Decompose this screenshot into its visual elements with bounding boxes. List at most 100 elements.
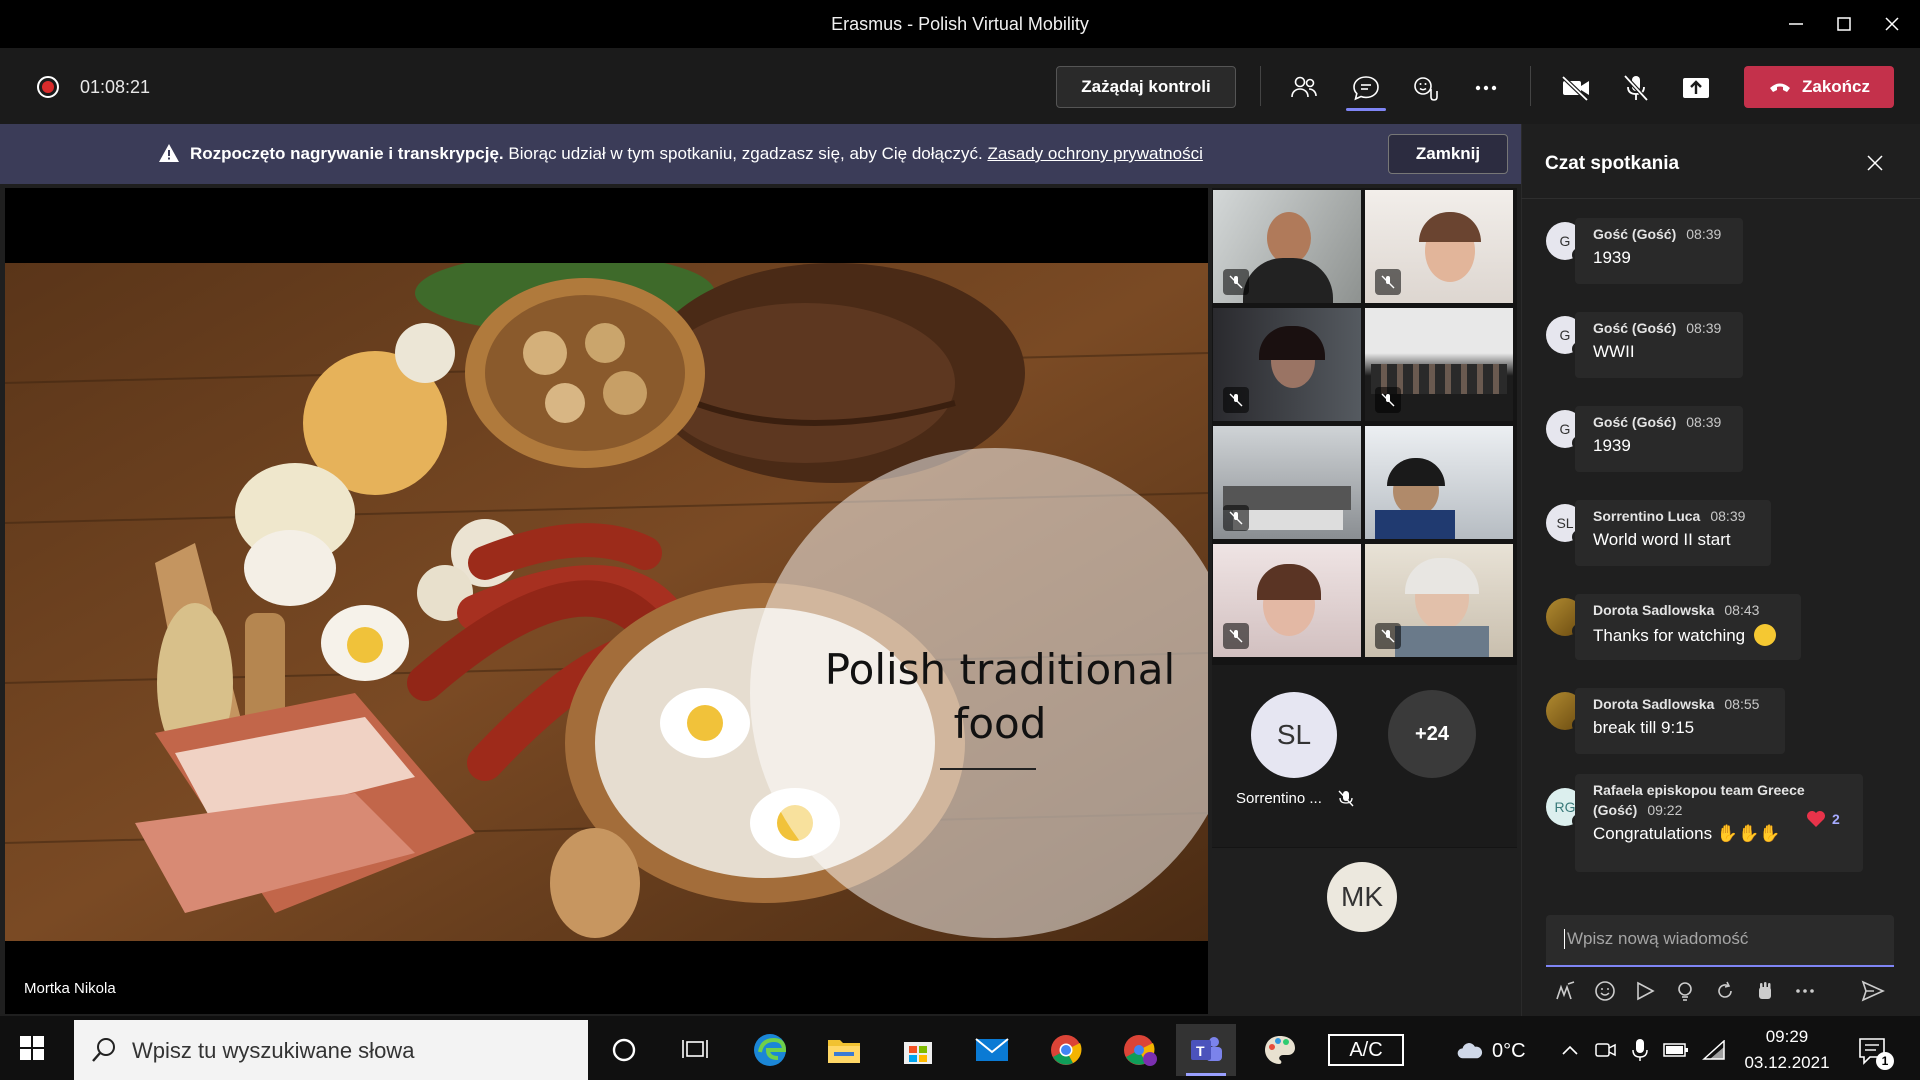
banner-text: Biorąc udział w tym spotkaniu, zgadzasz …: [503, 144, 988, 163]
store-taskbar-button[interactable]: [888, 1024, 948, 1076]
loop-icon: [1718, 981, 1732, 998]
teams-taskbar-button[interactable]: T: [1176, 1024, 1236, 1076]
end-call-label: Zakończ: [1801, 77, 1871, 96]
compose-more-button[interactable]: [1790, 976, 1820, 1006]
muted-mic-icon: [1223, 269, 1249, 295]
video-tile[interactable]: [1365, 544, 1513, 657]
reaction-count: 2: [1832, 811, 1840, 827]
video-tile[interactable]: [1213, 544, 1361, 657]
more-participants-button[interactable]: +24: [1388, 690, 1476, 778]
message-time: 09:22: [1647, 802, 1683, 818]
chrome-taskbar-button[interactable]: [1036, 1024, 1096, 1076]
message-sender: Gość (Gość): [1593, 320, 1677, 336]
taskbar-search-input[interactable]: [132, 1038, 552, 1064]
chat-close-button[interactable]: [1862, 150, 1888, 176]
heart-icon: [1807, 811, 1825, 827]
muted-mic-icon: [1338, 790, 1354, 807]
camera-toggle-button[interactable]: [1554, 66, 1598, 110]
compose-box: [1546, 915, 1894, 967]
chrome-profile-taskbar-button[interactable]: [1110, 1024, 1170, 1076]
video-tile[interactable]: [1213, 308, 1361, 421]
folder-icon: [828, 1040, 860, 1063]
microphone-tray-button[interactable]: [1626, 1036, 1654, 1064]
share-screen-button[interactable]: [1674, 66, 1718, 110]
chat-message[interactable]: Gość (Gość) 08:39 1939: [1575, 218, 1743, 284]
video-tile[interactable]: [1365, 190, 1513, 303]
show-hidden-icons-button[interactable]: [1556, 1036, 1584, 1064]
presenter-name-label: Mortka Nikola: [24, 980, 116, 997]
gif-button[interactable]: [1630, 976, 1660, 1006]
food-photo: [5, 263, 1208, 941]
slide-title-line1: Polish traditional: [824, 645, 1176, 694]
taskbar-clock[interactable]: 09:29 03.12.2021: [1740, 1024, 1834, 1076]
message-sender: Gość (Gość): [1593, 226, 1677, 242]
file-explorer-taskbar-button[interactable]: [814, 1024, 874, 1076]
chat-button[interactable]: [1344, 66, 1388, 110]
slide-title-line2: food: [953, 699, 1047, 748]
loop-button[interactable]: [1710, 976, 1740, 1006]
task-view-button[interactable]: [666, 1024, 726, 1076]
muted-mic-icon: [1223, 623, 1249, 649]
privacy-policy-link[interactable]: Zasady ochrony prywatności: [987, 144, 1202, 163]
video-tile[interactable]: [1213, 190, 1361, 303]
battery-button[interactable]: [1662, 1036, 1690, 1064]
chrome-profile-icon: [1124, 1035, 1157, 1066]
chat-message[interactable]: Sorrentino Luca 08:39 World word II start: [1575, 500, 1771, 566]
paint-taskbar-button[interactable]: [1250, 1024, 1310, 1076]
cortana-button[interactable]: [594, 1024, 654, 1076]
heart-reaction[interactable]: 2: [1806, 810, 1840, 828]
notification-count-badge: 1: [1876, 1052, 1894, 1070]
video-tile[interactable]: [1365, 308, 1513, 421]
reactions-button[interactable]: [1404, 66, 1448, 110]
battery-icon: [1663, 1043, 1688, 1057]
participants-button[interactable]: [1282, 66, 1326, 110]
request-control-button[interactable]: Zażądaj kontroli: [1056, 66, 1236, 108]
minimize-button[interactable]: [1772, 0, 1820, 48]
network-button[interactable]: [1700, 1036, 1728, 1064]
message-sender: Dorota Sadlowska: [1593, 696, 1715, 712]
keyboard-layout-indicator[interactable]: A/C: [1328, 1034, 1404, 1066]
maximize-button[interactable]: [1820, 0, 1868, 48]
dismiss-banner-button[interactable]: Zamknij: [1388, 134, 1508, 174]
edge-taskbar-button[interactable]: [740, 1024, 800, 1076]
chat-message[interactable]: Gość (Gość) 08:39 WWII: [1575, 312, 1743, 378]
message-sender: Gość (Gość): [1593, 414, 1677, 430]
toolbar-divider: [1530, 66, 1531, 106]
send-icon: [1861, 980, 1885, 1002]
emoji-icon: [1595, 981, 1615, 1001]
chat-message[interactable]: Dorota Sadlowska 08:55 break till 9:15: [1575, 688, 1785, 754]
self-avatar-mk[interactable]: MK: [1327, 862, 1397, 932]
window-close-button[interactable]: [1868, 0, 1916, 48]
recording-indicator-icon: [37, 76, 59, 98]
slide-title-underline: [940, 768, 1036, 770]
meet-now-button[interactable]: [1592, 1036, 1620, 1064]
weather-button[interactable]: [1456, 1036, 1484, 1064]
weather-temperature[interactable]: 0°C: [1492, 1040, 1526, 1063]
more-icon: [1475, 85, 1497, 91]
start-button[interactable]: [14, 1030, 50, 1066]
chat-message[interactable]: Gość (Gość) 08:39 1939: [1575, 406, 1743, 472]
message-sender-suffix: (Gość): [1593, 802, 1638, 818]
emoji-button[interactable]: [1590, 976, 1620, 1006]
chat-active-indicator: [1346, 108, 1386, 111]
maximize-icon: [1837, 17, 1851, 31]
chat-icon: [1353, 76, 1379, 101]
approvals-button[interactable]: [1750, 976, 1780, 1006]
notifications-button[interactable]: 1: [1856, 1034, 1894, 1070]
new-message-input[interactable]: [1564, 929, 1874, 949]
warning-icon: [159, 144, 179, 162]
chat-message[interactable]: Dorota Sadlowska 08:43 Thanks for watchin…: [1575, 594, 1801, 660]
teams-icon: T: [1191, 1037, 1222, 1061]
more-actions-button[interactable]: [1464, 66, 1508, 110]
video-tile-active-speaker[interactable]: [1365, 426, 1513, 539]
message-text: World word II start: [1593, 530, 1731, 549]
chat-header-divider: [1521, 198, 1920, 199]
praise-button[interactable]: [1670, 976, 1700, 1006]
video-tile[interactable]: [1213, 426, 1361, 539]
participant-avatar-sl[interactable]: SL: [1251, 692, 1337, 778]
format-button[interactable]: [1550, 976, 1580, 1006]
mic-toggle-button[interactable]: [1614, 66, 1658, 110]
send-button[interactable]: [1858, 976, 1888, 1006]
mail-taskbar-button[interactable]: [962, 1024, 1022, 1076]
end-call-button[interactable]: Zakończ: [1744, 66, 1894, 108]
